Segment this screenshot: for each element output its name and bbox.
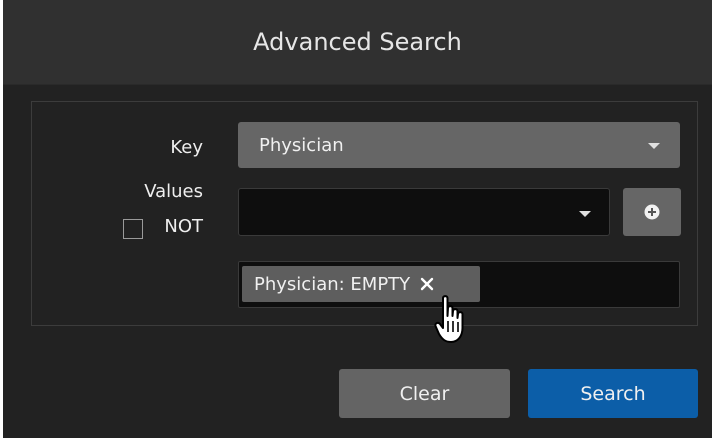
dialog-title: Advanced Search: [253, 28, 462, 56]
clear-button[interactable]: Clear: [339, 369, 510, 418]
key-select-value: Physician: [259, 134, 344, 156]
values-select[interactable]: [238, 188, 610, 236]
search-button[interactable]: Search: [528, 369, 698, 418]
chevron-down-icon: [648, 143, 660, 149]
value-tag-label: Physician: EMPTY: [254, 273, 411, 295]
search-button-label: Search: [580, 382, 646, 405]
not-checkbox[interactable]: [123, 219, 143, 239]
close-icon[interactable]: [420, 277, 434, 291]
key-select[interactable]: Physician: [238, 122, 680, 168]
chevron-down-icon: [579, 211, 591, 217]
plus-circle-icon: [644, 204, 660, 220]
add-value-button[interactable]: [623, 188, 681, 236]
clear-button-label: Clear: [399, 382, 450, 405]
hand-pointer-icon: [434, 295, 464, 343]
dialog-header: Advanced Search: [3, 0, 712, 85]
advanced-search-dialog: Advanced Search Key Physician Values NOT…: [3, 0, 712, 438]
key-label: Key: [170, 137, 203, 158]
values-label: Values: [144, 181, 203, 202]
not-label: NOT: [164, 216, 203, 237]
